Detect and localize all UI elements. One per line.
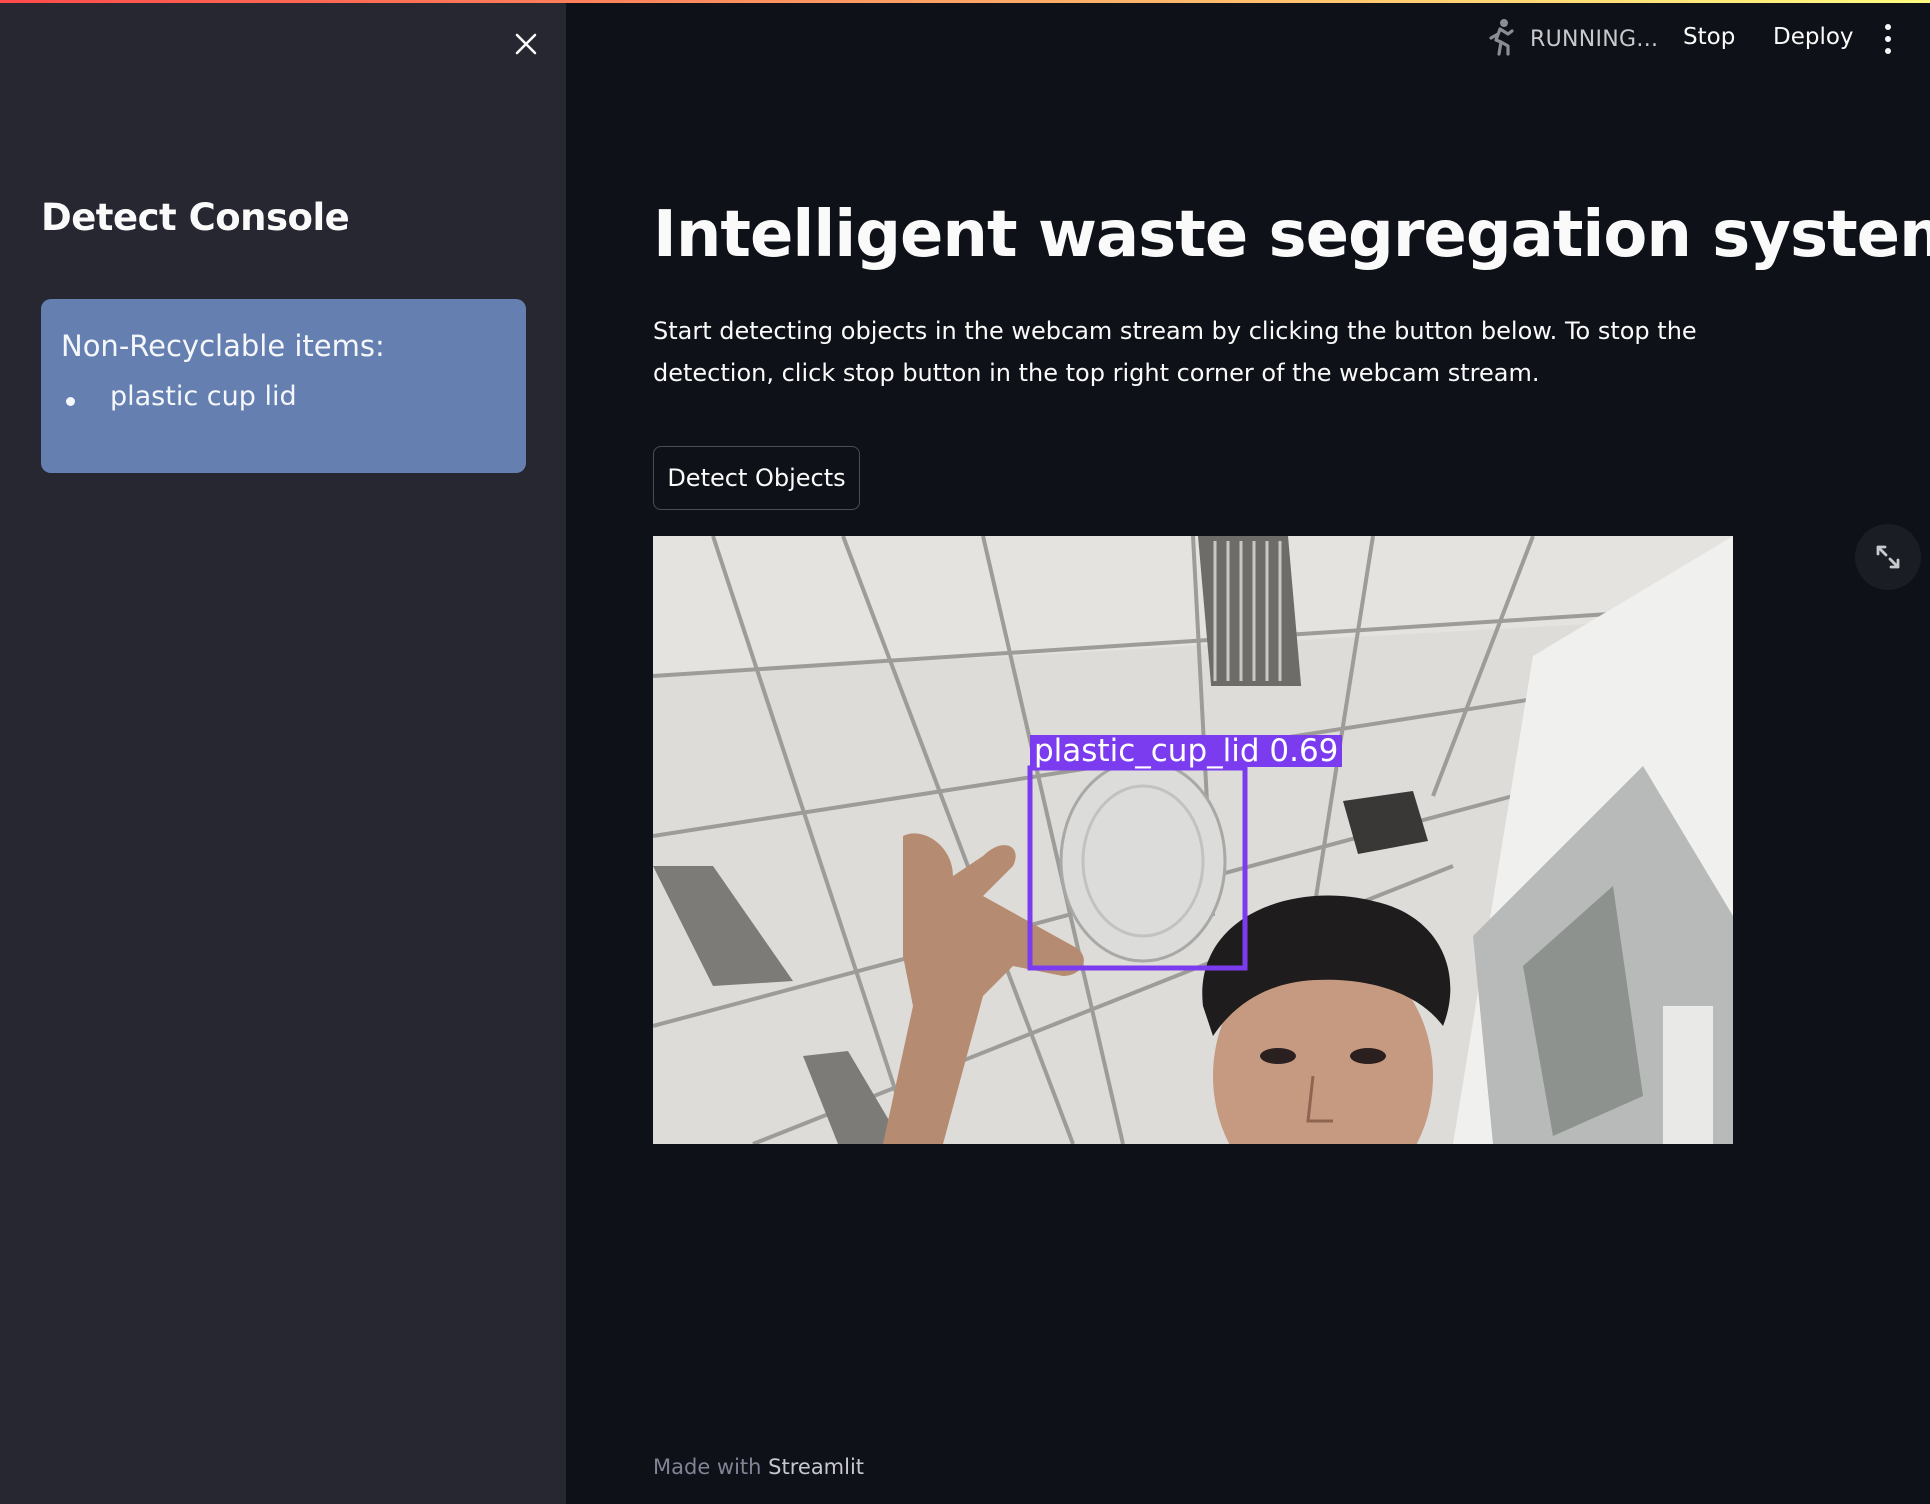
close-icon[interactable] [508,26,544,62]
page-title: Intelligent waste segregation system [653,198,1930,272]
app-header: RUNNING... Stop Deploy [566,0,1930,80]
sidebar: Detect Console Non-Recyclable items: pla… [0,0,566,1504]
running-person-icon [1486,18,1516,60]
info-box-heading: Non-Recyclable items: [61,329,385,363]
top-decoration-bar [0,0,1930,3]
footer-prefix: Made with [653,1455,769,1479]
detect-objects-button[interactable]: Detect Objects [653,446,860,510]
running-status: RUNNING... [1486,18,1658,60]
webcam-frame-image [653,536,1733,1144]
page-description: Start detecting objects in the webcam st… [653,317,1697,387]
fullscreen-expand-icon[interactable] [1855,524,1921,590]
stop-button[interactable]: Stop [1683,24,1735,50]
detection-label: plastic_cup_lid 0.69 [1030,735,1343,767]
running-status-label: RUNNING... [1530,26,1659,52]
deploy-button[interactable]: Deploy [1773,24,1854,50]
non-recyclable-info-box: Non-Recyclable items: plastic cup lid [41,299,526,473]
app-window: Detect Console Non-Recyclable items: pla… [0,0,1930,1504]
kebab-menu-icon[interactable] [1881,24,1895,54]
list-item: plastic cup lid [61,381,506,412]
webcam-stream: plastic_cup_lid 0.69 [653,536,1733,1144]
sidebar-title: Detect Console [41,196,350,239]
streamlit-link[interactable]: Streamlit [768,1455,864,1479]
non-recyclable-list: plastic cup lid [61,381,506,412]
footer: Made with Streamlit [653,1455,864,1479]
